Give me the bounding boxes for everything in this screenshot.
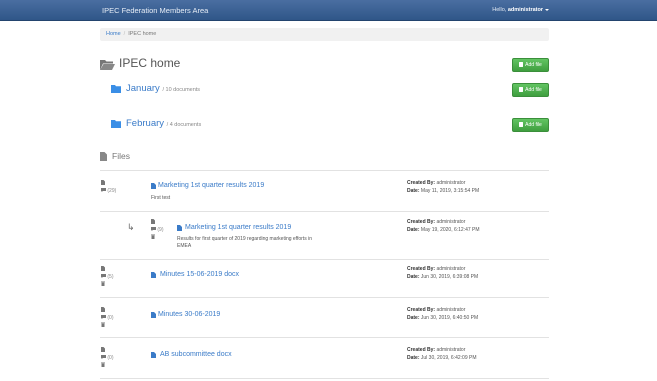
file-icon: [151, 272, 156, 278]
comments-link[interactable]: (0): [101, 314, 114, 323]
date-value: May 19, 2020, 6:12:47 PM: [420, 226, 480, 233]
comments-link[interactable]: (9): [151, 226, 164, 235]
file-created-info: Created By: administrator Date: May 11, …: [407, 180, 479, 195]
file-icon[interactable]: [101, 180, 116, 188]
folder-name[interactable]: January / 10 documents: [126, 83, 200, 94]
created-by-value: administrator: [436, 266, 466, 272]
files-heading-text: Files: [112, 151, 130, 161]
add-file-button-february[interactable]: Add file: [512, 118, 549, 132]
file-icon: [151, 183, 156, 189]
date-value: Jul 30, 2019, 6:42:09 PM: [420, 354, 477, 361]
created-by-value: administrator: [436, 180, 466, 186]
trash-icon[interactable]: [101, 281, 114, 289]
created-by-value: administrator: [436, 307, 466, 313]
folder-name-text: January: [126, 83, 160, 94]
folder-name-text: February: [126, 118, 165, 129]
file-icon[interactable]: [101, 347, 114, 355]
comments-link[interactable]: (5): [101, 273, 114, 282]
comment-count: (29): [107, 187, 117, 194]
divider: [100, 297, 549, 298]
date-label: Date:: [407, 226, 420, 233]
reply-arrow-icon: ↳: [127, 222, 135, 232]
folder-icon: [111, 85, 121, 93]
page-title: IPEC home: [119, 56, 181, 70]
file-description: Results for first quarter of 2019 regard…: [177, 236, 312, 249]
divider: [100, 211, 549, 212]
divider: [100, 337, 549, 338]
divider: [100, 170, 549, 171]
comment-count: (0): [107, 314, 114, 321]
date-value: Jun 30, 2019, 6:39:08 PM: [420, 273, 479, 280]
brand-title[interactable]: IPEC Federation Members Area: [102, 6, 208, 15]
breadcrumb-separator: /: [123, 31, 126, 37]
date-label: Date:: [407, 187, 420, 194]
file-created-info: Created By: administrator Date: Jun 30, …: [407, 307, 478, 322]
folder-name[interactable]: February / 4 documents: [126, 118, 201, 129]
trash-icon[interactable]: [101, 322, 114, 330]
file-icon: [100, 152, 107, 161]
created-by-label: Created By:: [407, 219, 436, 225]
add-file-icon: [519, 122, 524, 127]
add-file-label: Add file: [525, 87, 542, 93]
breadcrumb-home-link[interactable]: Home: [106, 31, 121, 37]
file-created-info: Created By: administrator Date: Jul 30, …: [407, 347, 477, 362]
date-label: Date:: [407, 314, 420, 321]
created-by-label: Created By:: [407, 180, 436, 186]
add-file-button-january[interactable]: Add file: [512, 83, 549, 97]
folder-icon: [111, 120, 121, 128]
date-value: May 11, 2019, 3:15:54 PM: [420, 187, 480, 194]
username: administrator: [507, 7, 543, 13]
folder-doc-count: / 4 documents: [166, 122, 202, 128]
trash-icon[interactable]: [151, 234, 164, 242]
folder-open-icon: [100, 59, 115, 70]
folder-doc-count: / 10 documents: [162, 87, 201, 93]
file-icon: [151, 352, 156, 358]
add-file-label: Add file: [525, 122, 542, 128]
file-icon: [151, 312, 156, 318]
created-by-value: administrator: [436, 347, 466, 353]
user-menu[interactable]: Hello, administrator: [492, 7, 549, 13]
trash-icon[interactable]: [101, 362, 114, 370]
caret-down-icon: [545, 8, 549, 11]
comment-count: (5): [107, 273, 114, 280]
breadcrumb-current: IPEC home: [128, 31, 157, 37]
divider: [100, 378, 549, 379]
created-by-label: Created By:: [407, 307, 436, 313]
comments-link[interactable]: (0): [101, 354, 114, 363]
breadcrumb: Home / IPEC home: [100, 28, 549, 41]
file-actions: (5): [101, 266, 114, 289]
comments-link[interactable]: (29): [101, 187, 117, 196]
divider: [100, 259, 549, 260]
created-by-label: Created By:: [407, 347, 436, 353]
file-icon[interactable]: [101, 307, 114, 315]
created-by-label: Created By:: [407, 266, 436, 272]
file-actions: (9): [151, 219, 164, 242]
file-name-link[interactable]: Minutes 15-06-2019 docx: [160, 271, 239, 278]
file-icon[interactable]: [101, 266, 114, 274]
add-file-icon: [519, 62, 524, 67]
date-label: Date:: [407, 273, 420, 280]
file-actions: (0): [101, 307, 114, 330]
date-label: Date:: [407, 354, 420, 361]
file-name-link[interactable]: Minutes 30-06-2019: [158, 311, 220, 318]
file-name-link[interactable]: AB subcommittee docx: [160, 351, 232, 358]
greeting-text: Hello,: [492, 7, 507, 13]
add-file-button-root[interactable]: Add file: [512, 58, 549, 72]
add-file-icon: [519, 87, 524, 92]
file-created-info: Created By: administrator Date: Jun 30, …: [407, 266, 478, 281]
file-created-info: Created By: administrator Date: May 19, …: [407, 219, 480, 234]
file-icon[interactable]: [151, 219, 164, 227]
created-by-value: administrator: [436, 219, 466, 225]
date-value: Jun 30, 2019, 6:40:50 PM: [420, 314, 479, 321]
file-name-link[interactable]: Marketing 1st quarter results 2019: [158, 182, 264, 189]
comment-count: (0): [107, 354, 114, 361]
add-file-label: Add file: [525, 62, 542, 68]
file-actions: (29): [101, 180, 116, 195]
comment-count: (9): [157, 226, 164, 233]
file-icon: [177, 225, 182, 231]
file-description: First test: [151, 195, 171, 201]
top-navbar: IPEC Federation Members Area Hello, admi…: [0, 0, 657, 21]
file-name-link[interactable]: Marketing 1st quarter results 2019: [185, 224, 291, 231]
file-actions: (0): [101, 347, 114, 370]
